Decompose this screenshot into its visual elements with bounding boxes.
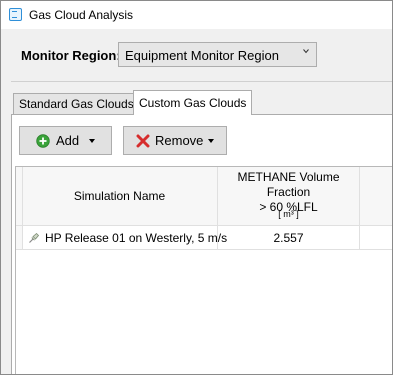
- add-button[interactable]: Add: [19, 126, 112, 155]
- column-unit-label: [ m³ ]: [278, 209, 299, 219]
- app-window-icon: [9, 8, 22, 21]
- remove-button-label: Remove: [155, 133, 204, 148]
- divider: [11, 81, 392, 82]
- grid-line: [359, 167, 360, 249]
- table-row[interactable]: HP Release 01 on Westerly, 5 m/s: [28, 229, 227, 249]
- monitor-region-value: Equipment Monitor Region: [125, 48, 279, 63]
- monitor-region-select[interactable]: Equipment Monitor Region: [118, 42, 317, 67]
- remove-button[interactable]: Remove: [123, 126, 227, 155]
- red-x-icon: [136, 134, 150, 148]
- simulation-name-cell: HP Release 01 on Westerly, 5 m/s: [45, 231, 228, 245]
- green-plus-circle-icon: [36, 134, 50, 148]
- add-button-label: Add: [56, 133, 80, 148]
- dropdown-arrow-icon: [89, 139, 95, 143]
- pin-icon: [29, 232, 40, 243]
- window-title: Gas Cloud Analysis: [29, 8, 134, 22]
- monitor-region-label: Monitor Region:: [21, 48, 121, 63]
- gas-cloud-grid: Simulation Name METHANE Volume Fraction …: [15, 166, 392, 374]
- column-header-simulation-name[interactable]: Simulation Name: [22, 167, 217, 225]
- column-header-line1: METHANE Volume Fraction: [237, 170, 340, 199]
- column-header-label: Simulation Name: [73, 189, 166, 203]
- dropdown-arrow-icon: [208, 139, 214, 143]
- gas-cloud-analysis-window: Gas Cloud Analysis Monitor Region: Equip…: [0, 0, 393, 375]
- chevron-down-icon: [303, 49, 309, 54]
- grid-line: [16, 225, 392, 226]
- tab-custom-gas-clouds[interactable]: Custom Gas Clouds: [133, 90, 253, 115]
- grid-line: [16, 249, 392, 250]
- methane-volume-cell: 2.557: [273, 231, 304, 245]
- title-bar: Gas Cloud Analysis: [1, 1, 392, 29]
- tab-standard-gas-clouds[interactable]: Standard Gas Clouds: [13, 93, 140, 115]
